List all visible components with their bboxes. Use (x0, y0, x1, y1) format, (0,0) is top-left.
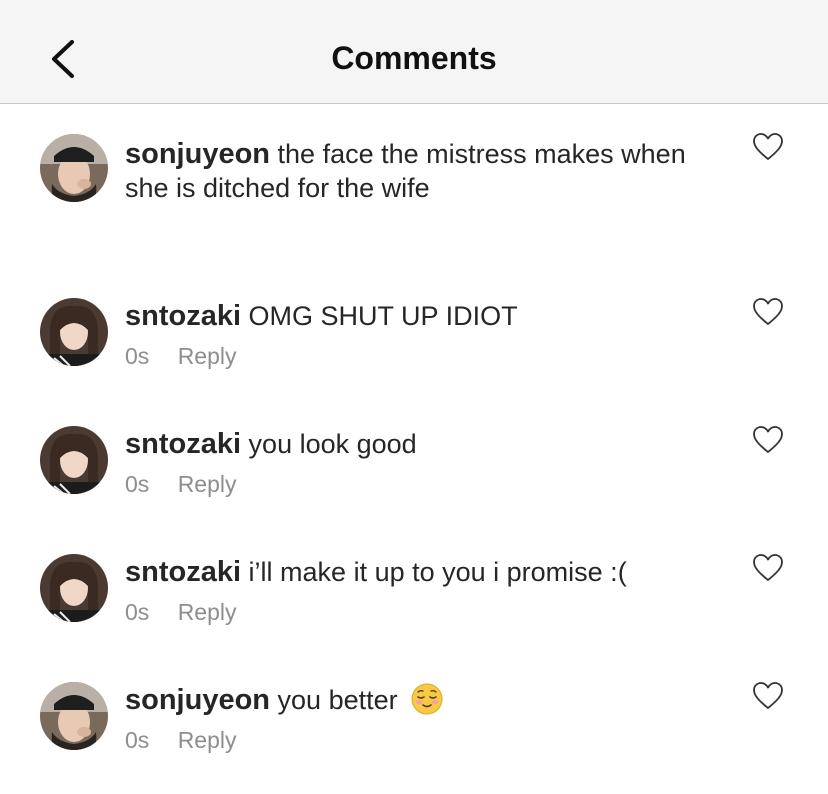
avatar[interactable] (40, 682, 108, 750)
comment-text: sntozaki you look good (125, 427, 735, 461)
comment-body: you look good (248, 429, 417, 459)
avatar[interactable] (40, 298, 108, 366)
comment-username[interactable]: sonjuyeon (125, 684, 270, 716)
heart-icon (753, 298, 783, 325)
heart-icon (753, 682, 783, 709)
reply-button[interactable]: Reply (178, 599, 237, 625)
avatar[interactable] (40, 554, 108, 622)
reply-button[interactable]: Reply (178, 727, 237, 753)
heart-icon (753, 554, 783, 581)
like-button[interactable] (752, 681, 784, 711)
comment-username[interactable]: sonjuyeon (125, 138, 270, 170)
comment-meta: 0s Reply (125, 343, 259, 370)
comment-meta: 0s Reply (125, 599, 259, 626)
comment-text: sntozaki OMG SHUT UP IDIOT (125, 299, 735, 333)
comment-username[interactable]: sntozaki (125, 556, 241, 588)
avatar[interactable] (40, 426, 108, 494)
header-bar: Comments (0, 0, 828, 104)
comment-timestamp: 0s (125, 471, 150, 497)
comment-timestamp: 0s (125, 343, 150, 369)
heart-icon (753, 133, 783, 160)
comment-username[interactable]: sntozaki (125, 428, 241, 460)
comment-text: sntozaki i’ll make it up to you i promis… (125, 555, 735, 589)
reply-button[interactable]: Reply (178, 471, 237, 497)
comment-body: OMG SHUT UP IDIOT (248, 301, 518, 331)
like-button[interactable] (752, 553, 784, 583)
comment-meta: 0s Reply (125, 727, 259, 754)
comment-body: i’ll make it up to you i promise :( (248, 557, 627, 587)
comment-body: you better (277, 685, 398, 715)
relieved-face-emoji (411, 683, 443, 715)
comment-text: sonjuyeon the face the mistress makes wh… (125, 137, 735, 205)
reply-button[interactable]: Reply (178, 343, 237, 369)
comment-meta: 0s Reply (125, 471, 259, 498)
page-title: Comments (331, 40, 497, 76)
comment-text: sonjuyeon you better (125, 683, 735, 717)
like-button[interactable] (752, 425, 784, 455)
comment-username[interactable]: sntozaki (125, 300, 241, 332)
avatar[interactable] (40, 134, 108, 202)
heart-icon (753, 426, 783, 453)
like-button[interactable] (752, 297, 784, 327)
comment-timestamp: 0s (125, 727, 150, 753)
comment-timestamp: 0s (125, 599, 150, 625)
like-button[interactable] (752, 132, 784, 162)
